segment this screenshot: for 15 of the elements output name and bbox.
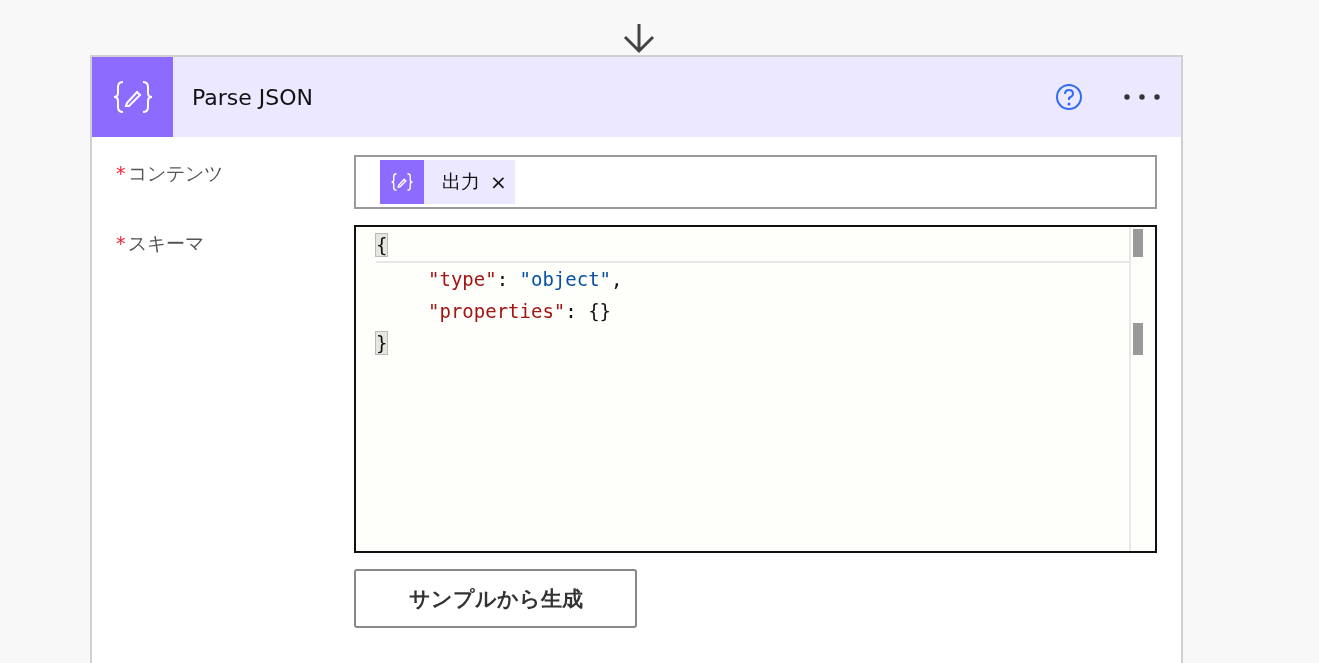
schema-editor[interactable]: { "type": "object", "properties": {} } [354,225,1157,553]
json-edit-icon [380,160,424,204]
required-mark: * [116,162,126,184]
action-title: Parse JSON [192,84,315,110]
code-line: "properties": {} [427,300,612,322]
field-label: スキーマ [127,232,204,254]
remove-token-button[interactable]: × [490,170,507,194]
content-field[interactable]: 出力 × [354,155,1157,209]
field-label: コンテンツ [127,162,223,184]
more-options-icon[interactable] [1123,93,1161,101]
token-label: 出力 [442,169,480,194]
generate-from-sample-button[interactable]: サンプルから生成 [354,569,637,628]
code-line: "type": "object", [427,268,623,290]
required-mark: * [116,232,126,254]
help-icon[interactable] [1055,83,1083,111]
